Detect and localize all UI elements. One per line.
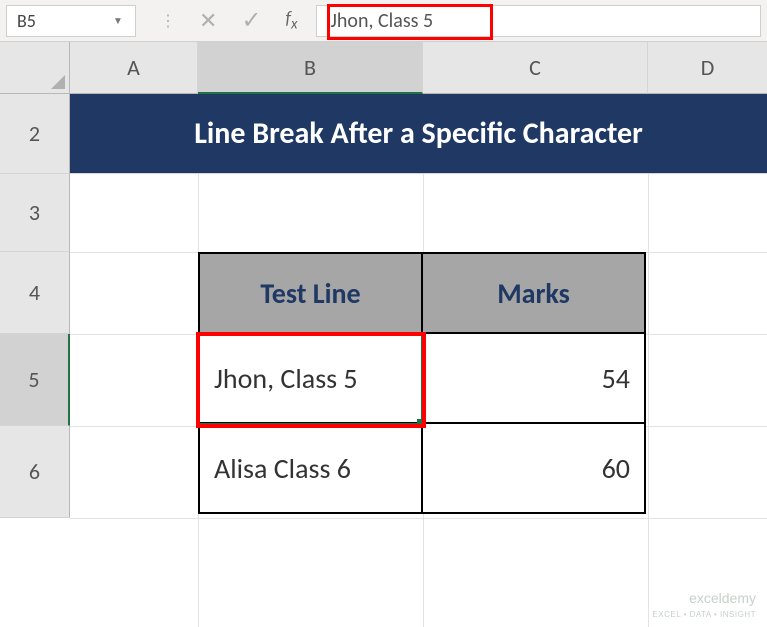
row-header-4[interactable]: 4	[0, 252, 70, 334]
row-header-6[interactable]: 6	[0, 426, 70, 518]
formula-controls: ⋮ ✕ ✓ fx	[142, 0, 316, 41]
name-box[interactable]: B5 ▼	[6, 5, 136, 37]
col-header-a[interactable]: A	[70, 42, 198, 94]
row-header-5[interactable]: 5	[0, 334, 70, 426]
row-gutter: 2 3 4 5 6	[0, 42, 70, 627]
col-header-d[interactable]: D	[648, 42, 767, 94]
gridline	[70, 518, 767, 519]
chevron-down-icon[interactable]: ▼	[111, 14, 125, 28]
column-headers: A B C D	[70, 42, 767, 94]
columns-and-cells: A B C D Line Break After a Specific Char…	[70, 42, 767, 627]
row-header-3[interactable]: 3	[0, 174, 70, 252]
col-header-c[interactable]: C	[423, 42, 648, 94]
table-row: Alisa Class 6 60	[199, 423, 645, 513]
name-box-container: B5 ▼	[0, 0, 142, 41]
gridline	[648, 174, 649, 627]
col-header-b[interactable]: B	[198, 42, 423, 94]
cancel-icon[interactable]: ✕	[199, 7, 217, 34]
spreadsheet: 2 3 4 5 6 A B C D Line Break After a Spe…	[0, 42, 767, 627]
cell-b6[interactable]: Alisa Class 6	[199, 423, 422, 513]
fx-icon[interactable]: fx	[286, 7, 298, 34]
table-header-row: Test Line Marks	[199, 253, 645, 333]
formula-input-value: Jhon, Class 5	[331, 9, 434, 33]
formula-bar: B5 ▼ ⋮ ✕ ✓ fx Jhon, Class 5	[0, 0, 767, 42]
cell-c6[interactable]: 60	[422, 423, 645, 513]
table-row: Jhon, Class 5 54	[199, 333, 645, 423]
header-marks[interactable]: Marks	[422, 253, 645, 333]
watermark: exceldemy EXCEL • DATA • INSIGHT	[652, 591, 756, 619]
select-all-corner[interactable]	[0, 42, 70, 94]
header-test-line[interactable]: Test Line	[199, 253, 422, 333]
name-box-value: B5	[17, 10, 36, 32]
title-cell[interactable]: Line Break After a Specific Character	[70, 94, 767, 174]
watermark-brand: exceldemy	[689, 590, 756, 606]
watermark-tagline: EXCEL • DATA • INSIGHT	[652, 610, 756, 619]
cell-c5[interactable]: 54	[422, 333, 645, 423]
row-headers: 2 3 4 5 6	[0, 94, 70, 518]
formula-input-container: Jhon, Class 5	[316, 0, 767, 41]
row-header-2[interactable]: 2	[0, 94, 70, 174]
cells-area[interactable]: Line Break After a Specific Character Te…	[70, 94, 767, 627]
cell-b5[interactable]: Jhon, Class 5	[199, 333, 422, 423]
drag-handle-icon[interactable]: ⋮	[160, 11, 175, 31]
check-icon[interactable]: ✓	[241, 6, 261, 35]
data-table: Test Line Marks Jhon, Class 5 54 Alisa C…	[198, 252, 646, 514]
formula-input[interactable]: Jhon, Class 5	[316, 5, 761, 37]
